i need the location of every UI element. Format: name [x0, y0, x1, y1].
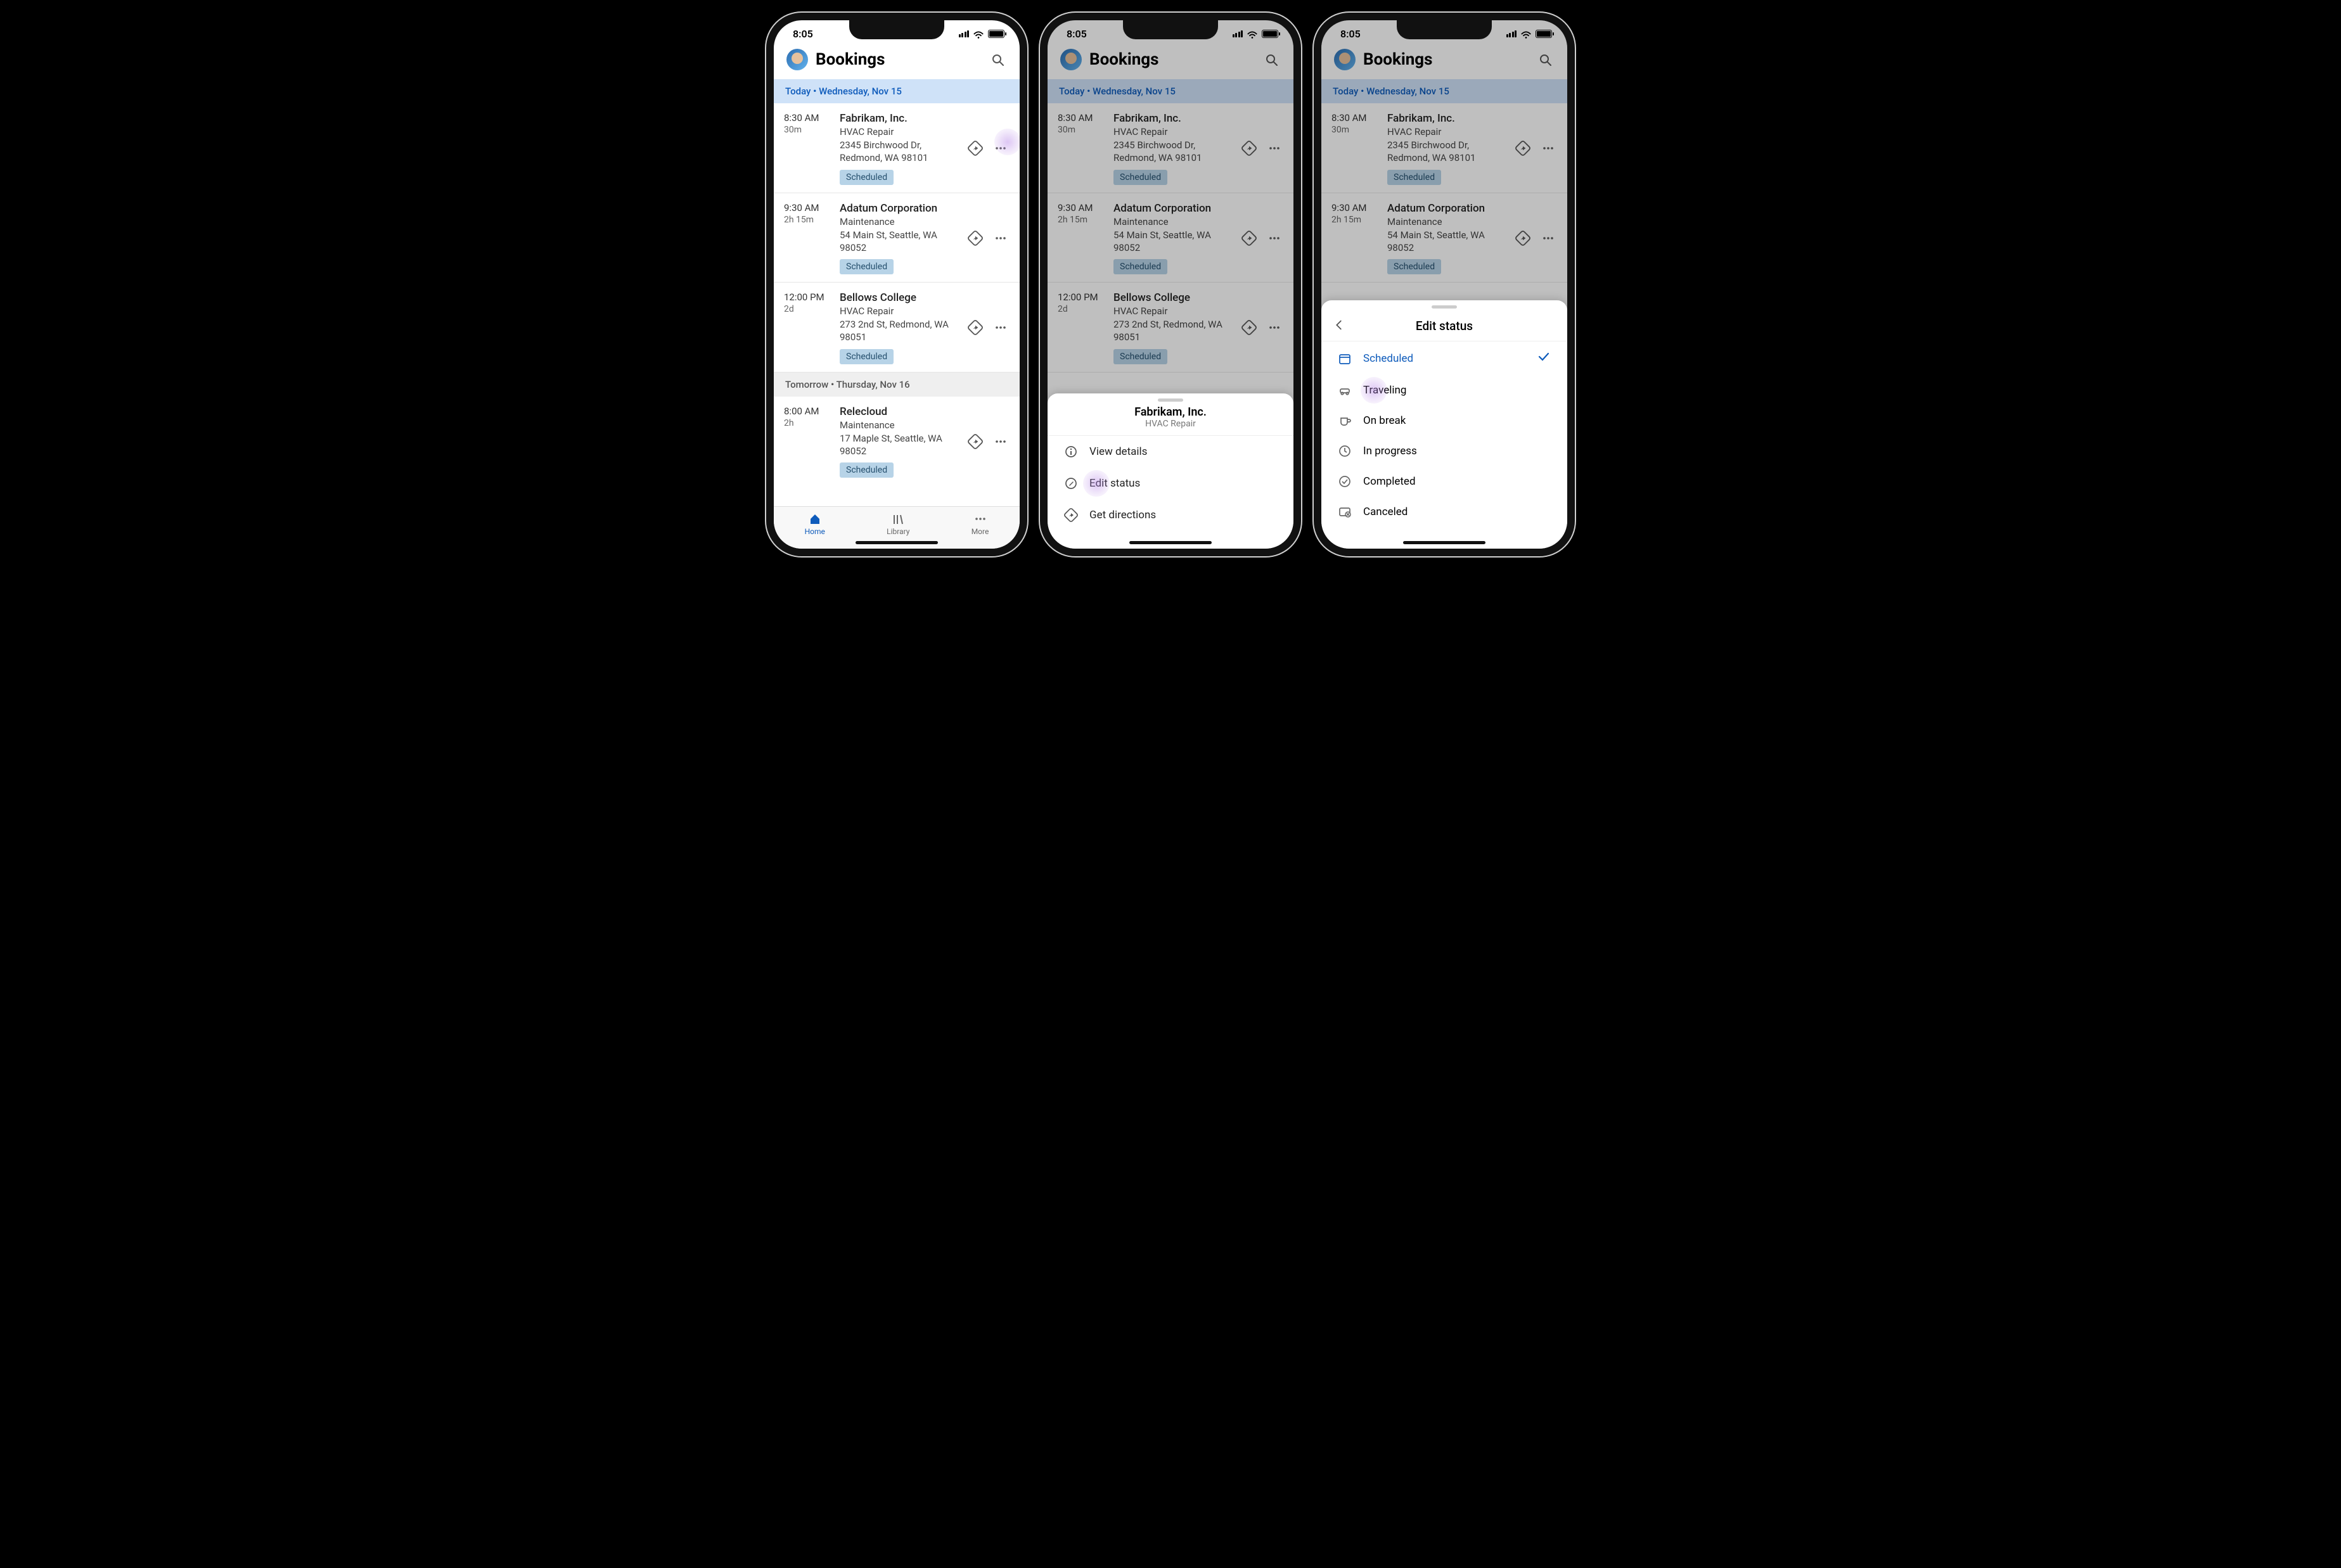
booking-row[interactable]: 12:00 PM 2d Bellows College HVAC Repair … — [774, 283, 1020, 373]
action-edit-status[interactable]: Edit status — [1048, 468, 1293, 499]
booking-row[interactable]: 8:00 AM 2h Relecloud Maintenance 17 Mapl… — [774, 397, 1020, 486]
status-badge: Scheduled — [840, 170, 894, 185]
status-badge: Scheduled — [840, 259, 894, 274]
directions-icon — [968, 320, 983, 335]
edit-icon — [1064, 476, 1078, 490]
more-icon — [994, 141, 1008, 155]
action-sheet-title: Fabrikam, Inc. — [1048, 405, 1293, 419]
page-title: Bookings — [816, 50, 980, 69]
tab-home[interactable]: Home — [805, 512, 825, 536]
coffee-icon — [1338, 414, 1352, 428]
home-indicator[interactable] — [1403, 541, 1485, 544]
date-section-today: Today • Wednesday, Nov 15 — [774, 79, 1020, 103]
directions-button[interactable] — [966, 319, 984, 336]
device-notch — [1397, 20, 1492, 39]
directions-icon — [1064, 508, 1078, 522]
cancel-icon — [1338, 505, 1352, 519]
status-option-scheduled[interactable]: Scheduled — [1321, 341, 1567, 375]
phone-screen-2: 8:05 Bookings Today • Wednesday, Nov 15 … — [1040, 13, 1301, 556]
search-icon — [991, 53, 1004, 67]
status-time: 8:05 — [793, 28, 813, 40]
directions-icon — [968, 231, 983, 246]
status-option-traveling[interactable]: Traveling — [1321, 375, 1567, 405]
status-option-completed[interactable]: Completed — [1321, 466, 1567, 497]
more-icon — [994, 231, 1008, 245]
booking-info-col: Fabrikam, Inc. HVAC Repair 2345 Birchwoo… — [840, 112, 959, 185]
info-icon — [1064, 445, 1078, 459]
edit-status-title: Edit status — [1333, 319, 1556, 333]
clock-icon — [1338, 444, 1352, 458]
tab-more[interactable]: More — [972, 512, 989, 536]
edit-status-sheet: Edit status Scheduled Traveling On break… — [1321, 300, 1567, 549]
action-sheet: Fabrikam, Inc. HVAC Repair View details … — [1048, 393, 1293, 549]
car-icon — [1338, 383, 1352, 397]
status-badge: Scheduled — [840, 462, 894, 478]
sheet-grabber[interactable] — [1432, 305, 1457, 309]
status-option-in-progress[interactable]: In progress — [1321, 436, 1567, 466]
more-button[interactable] — [992, 319, 1010, 336]
date-section-tomorrow: Tomorrow • Thursday, Nov 16 — [774, 373, 1020, 397]
back-button[interactable] — [1333, 319, 1345, 334]
completed-icon — [1338, 475, 1352, 488]
more-button[interactable] — [992, 433, 1010, 450]
avatar[interactable] — [786, 49, 808, 70]
action-sheet-subtitle: HVAC Repair — [1048, 419, 1293, 429]
sheet-grabber[interactable] — [1158, 398, 1183, 402]
chevron-left-icon — [1333, 319, 1345, 331]
search-button[interactable] — [988, 50, 1007, 69]
calendar-icon — [1338, 352, 1352, 366]
booking-row[interactable]: 9:30 AM 2h 15m Adatum Corporation Mainte… — [774, 193, 1020, 283]
battery-icon — [988, 30, 1004, 38]
tab-library[interactable]: Library — [887, 512, 909, 536]
wifi-icon — [973, 29, 984, 39]
more-icon — [973, 512, 987, 526]
library-icon — [891, 512, 905, 526]
home-icon — [808, 512, 822, 526]
home-indicator[interactable] — [1129, 541, 1212, 544]
directions-icon — [968, 141, 983, 156]
directions-icon — [968, 434, 983, 449]
directions-button[interactable] — [966, 433, 984, 450]
device-notch — [1123, 20, 1218, 39]
more-button[interactable] — [992, 139, 1010, 157]
phone-screen-1: 8:05 Bookings Today • Wednesday, Nov 15 … — [766, 13, 1027, 556]
check-icon — [1537, 350, 1551, 367]
app-header: Bookings — [774, 44, 1020, 79]
directions-button[interactable] — [966, 229, 984, 247]
action-view-details[interactable]: View details — [1048, 436, 1293, 468]
status-option-on-break[interactable]: On break — [1321, 405, 1567, 436]
action-get-directions[interactable]: Get directions — [1048, 499, 1293, 531]
more-icon — [994, 435, 1008, 449]
more-icon — [994, 321, 1008, 335]
home-indicator[interactable] — [856, 541, 938, 544]
booking-row[interactable]: 8:30 AM 30m Fabrikam, Inc. HVAC Repair 2… — [774, 103, 1020, 193]
signal-icon — [959, 30, 970, 37]
booking-time-col: 8:30 AM 30m — [784, 112, 832, 185]
device-notch — [849, 20, 944, 39]
more-button[interactable] — [992, 229, 1010, 247]
phone-screen-3: 8:05 Bookings Today • Wednesday, Nov 15 … — [1314, 13, 1575, 556]
status-option-canceled[interactable]: Canceled — [1321, 497, 1567, 527]
status-badge: Scheduled — [840, 349, 894, 364]
directions-button[interactable] — [966, 139, 984, 157]
